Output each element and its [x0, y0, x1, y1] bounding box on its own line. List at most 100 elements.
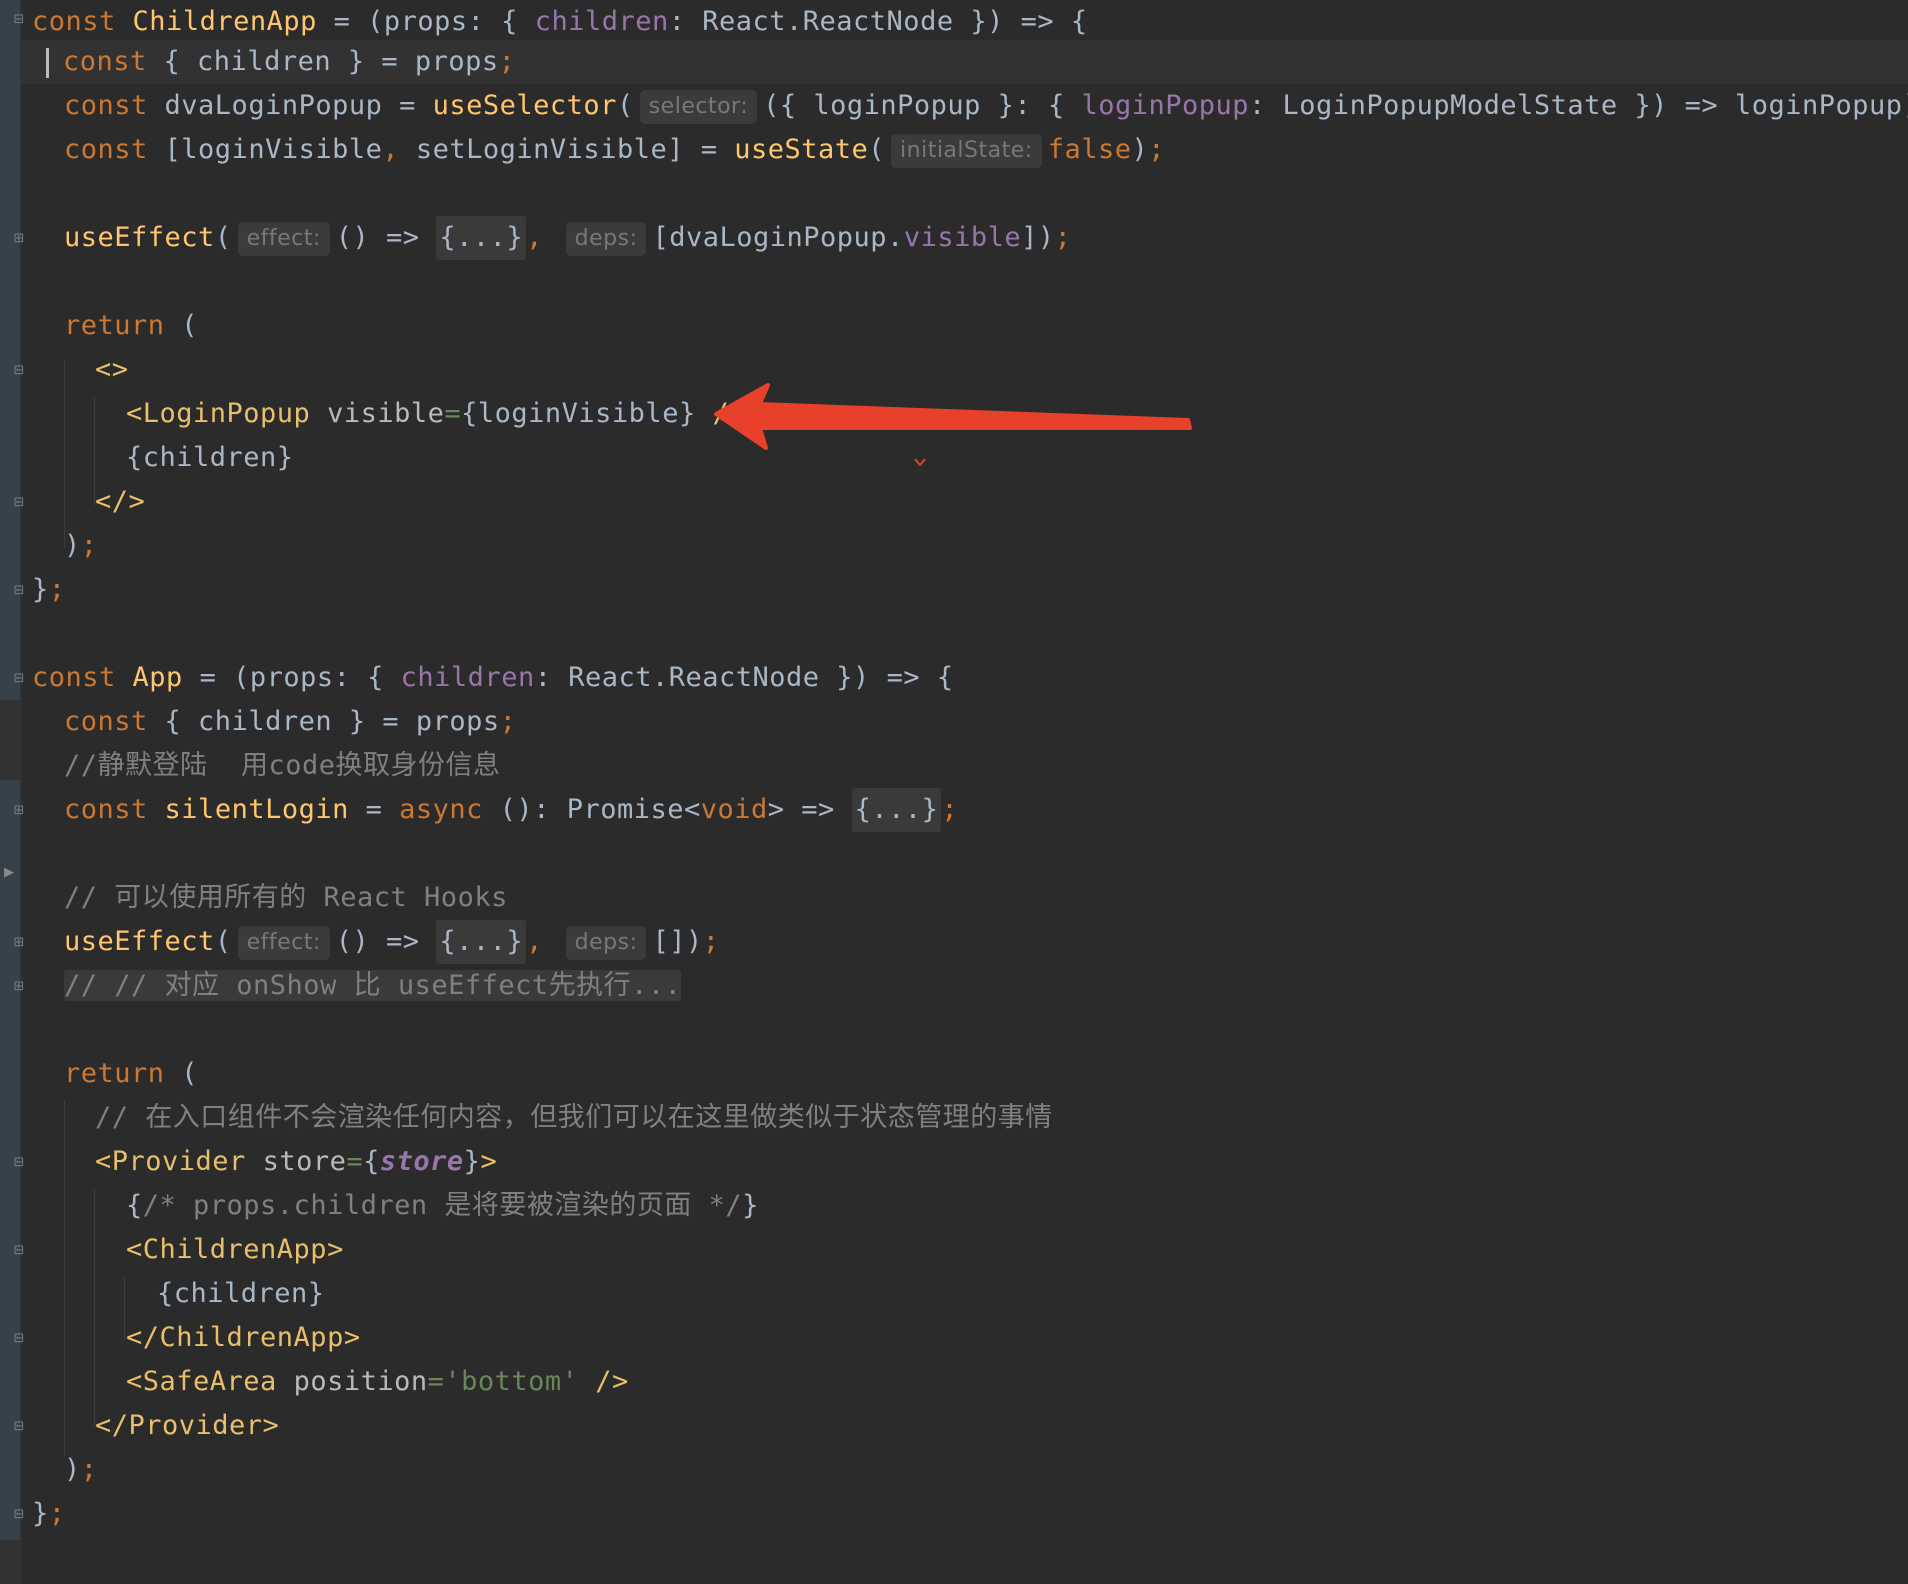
- code-line[interactable]: };: [32, 568, 66, 612]
- code-line[interactable]: {/* props.children 是将要被渲染的页面 */}: [126, 1184, 759, 1228]
- fold-collapse-icon[interactable]: ⊟: [12, 672, 26, 686]
- code-text: {: [126, 1190, 143, 1221]
- code-line[interactable]: // 可以使用所有的 React Hooks: [64, 876, 508, 920]
- code-text: [dvaLoginPopup.: [652, 222, 904, 253]
- code-text: ): [64, 1454, 81, 1485]
- folded-code-block[interactable]: {...}: [851, 788, 942, 832]
- function-name: useSelector: [432, 90, 617, 121]
- code-line[interactable]: {children}: [126, 436, 294, 480]
- code-text: : React.ReactNode }) => {: [668, 6, 1088, 37]
- code-line[interactable]: const { children } = props;: [64, 700, 516, 744]
- fold-collapse-icon[interactable]: ⊟: [12, 1244, 26, 1258]
- property: children: [400, 662, 535, 693]
- fold-expand-icon[interactable]: ⊞: [12, 804, 26, 818]
- fold-expand-icon[interactable]: ⊞: [12, 232, 26, 246]
- jsx-tag: <Provider: [95, 1146, 246, 1177]
- fold-collapse-icon[interactable]: ⊟: [12, 1156, 26, 1170]
- comma: ,: [526, 222, 543, 253]
- code-line[interactable]: const App = (props: { children: React.Re…: [32, 656, 954, 700]
- jsx-tag: >: [480, 1146, 498, 1177]
- semicolon: ;: [498, 46, 516, 77]
- code-line[interactable]: };: [32, 1492, 66, 1536]
- code-line[interactable]: useEffect(effect:() => {...}, deps: [dvaL…: [64, 216, 1071, 260]
- comma: ,: [382, 134, 400, 165]
- comma: ,: [526, 926, 543, 957]
- jsx-attribute: position: [276, 1366, 428, 1397]
- text-caret: [46, 47, 49, 78]
- code-text: (: [164, 310, 199, 341]
- jsx-tag: <SafeArea: [126, 1366, 277, 1397]
- code-text: =: [348, 794, 400, 825]
- code-text: : React.ReactNode }) => {: [534, 662, 954, 693]
- fold-end-icon[interactable]: ⊟: [12, 1332, 26, 1346]
- code-editor[interactable]: ⊟ ⊞ ⊟ ⊟ ⊟ ⊟ ⊞ ⊞ ⊞ ⊟ ⊟ ⊟ ⊟ ⊟ ▶ const Chil…: [0, 0, 1908, 1584]
- code-line[interactable]: <SafeArea position='bottom' />: [126, 1360, 629, 1404]
- code-line[interactable]: <>: [95, 348, 129, 392]
- indent-guide: [64, 360, 65, 548]
- fold-collapse-icon[interactable]: ⊟: [12, 364, 26, 378]
- fold-end-icon[interactable]: ⊟: [12, 584, 26, 598]
- code-text: (: [214, 222, 232, 253]
- code-text: {children}: [157, 1278, 325, 1309]
- keyword: const: [64, 134, 148, 165]
- code-line[interactable]: const silentLogin = async (): Promise<vo…: [64, 788, 958, 832]
- property: loginPopup: [1081, 90, 1250, 121]
- fold-collapse-icon[interactable]: ⊟: [12, 13, 26, 27]
- code-line[interactable]: </Provider>: [95, 1404, 279, 1448]
- function-name: useEffect: [64, 222, 215, 253]
- semicolon: ;: [702, 926, 720, 957]
- parameter-hint: effect:: [237, 925, 330, 960]
- code-line[interactable]: const { children } = props;: [32, 40, 515, 84]
- code-line[interactable]: <ChildrenApp>: [126, 1228, 344, 1272]
- jsx-tag: </Provider>: [95, 1410, 280, 1441]
- code-line[interactable]: </>: [95, 480, 145, 524]
- code-comment: // 在入口组件不会渲染任何内容，但我们可以在这里做类似于状态管理的事情: [95, 1102, 1053, 1133]
- operator: =: [346, 1146, 364, 1177]
- fold-end-icon[interactable]: ⊟: [12, 1420, 26, 1434]
- code-line[interactable]: const ChildrenApp = (props: { children: …: [32, 0, 1088, 44]
- fold-expand-icon[interactable]: ⊞: [12, 936, 26, 950]
- code-line[interactable]: const [loginVisible, setLoginVisible] = …: [64, 128, 1165, 172]
- semicolon: ;: [80, 1454, 98, 1485]
- jsx-tag: />: [695, 398, 746, 429]
- code-text: {loginVisible}: [461, 398, 696, 429]
- fold-end-icon[interactable]: ⊟: [12, 1508, 26, 1522]
- code-text: = (props: {: [316, 6, 535, 37]
- folded-code-block[interactable]: {...}: [436, 920, 527, 964]
- code-line[interactable]: return (: [64, 1052, 198, 1096]
- code-line[interactable]: );: [64, 1448, 98, 1492]
- code-text: ({ loginPopup }: {: [763, 90, 1082, 121]
- code-text: }: [32, 1498, 49, 1529]
- code-line[interactable]: useEffect(effect:() => {...}, deps: []);: [64, 920, 720, 964]
- jsx-tag: </>: [95, 486, 146, 517]
- parameter-hint: deps:: [565, 925, 647, 960]
- code-text: ]): [1021, 222, 1055, 253]
- code-line[interactable]: );: [64, 524, 98, 568]
- parameter-hint: initialState:: [891, 133, 1042, 168]
- fold-end-icon[interactable]: ⊟: [12, 496, 26, 510]
- code-line[interactable]: //静默登陆 用code换取身份信息: [64, 744, 501, 788]
- folded-code-block[interactable]: {...}: [436, 216, 527, 260]
- code-line[interactable]: // 在入口组件不会渲染任何内容，但我们可以在这里做类似于状态管理的事情: [95, 1096, 1053, 1140]
- code-line[interactable]: <Provider store={store}>: [95, 1140, 497, 1184]
- code-text: [loginVisible: [147, 134, 383, 165]
- folded-comment[interactable]: // // 对应 onShow 比 useEffect先执行...: [64, 970, 682, 1001]
- indent-guide: [64, 1100, 65, 1456]
- keyword: return: [64, 1058, 165, 1089]
- code-text: {children}: [126, 442, 294, 473]
- jsx-tag: <LoginPopup: [126, 398, 311, 429]
- code-line[interactable]: // // 对应 onShow 比 useEffect先执行...: [64, 964, 682, 1008]
- code-line[interactable]: <LoginPopup visible={loginVisible} />: [126, 392, 746, 436]
- code-line[interactable]: {children}: [157, 1272, 325, 1316]
- code-text: = (props: {: [182, 662, 401, 693]
- code-text: {: [363, 1146, 380, 1177]
- run-gutter-icon[interactable]: ▶: [2, 866, 16, 880]
- jsx-attribute: store: [245, 1146, 347, 1177]
- code-line[interactable]: const dvaLoginPopup = useSelector(select…: [64, 84, 1908, 128]
- code-text: (): Promise<: [482, 794, 701, 825]
- jsx-tag: </ChildrenApp>: [126, 1322, 361, 1353]
- code-line[interactable]: </ChildrenApp>: [126, 1316, 361, 1360]
- jsx-tag: <>: [95, 354, 129, 385]
- code-line[interactable]: return (: [64, 304, 198, 348]
- fold-expand-icon[interactable]: ⊞: [12, 980, 26, 994]
